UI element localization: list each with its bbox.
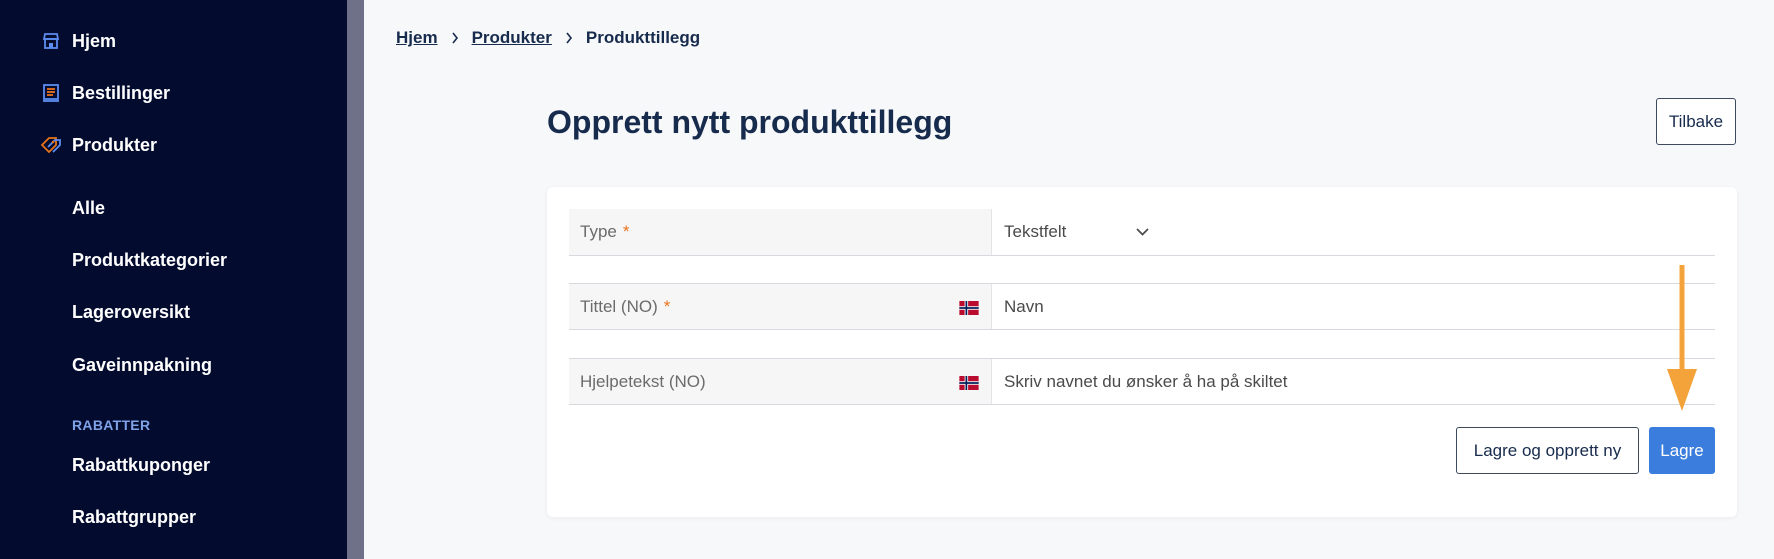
save-button[interactable]: Lagre (1649, 427, 1715, 474)
orders-icon (40, 82, 62, 104)
back-button[interactable]: Tilbake (1656, 98, 1736, 145)
sidebar-section-rabatter: RABATTER (72, 417, 151, 433)
sidebar-item-label: Bestillinger (72, 82, 171, 103)
save-and-new-button[interactable]: Lagre og opprett ny (1456, 427, 1639, 474)
sidebar-item-label: Hjem (72, 30, 117, 51)
breadcrumb: Hjem Produkter Produkttillegg (396, 28, 700, 48)
type-label: Type * (569, 209, 992, 255)
helptext-label: Hjelpetekst (NO) (569, 359, 992, 404)
title-label: Tittel (NO) * (569, 284, 992, 329)
form-row-helptext: Hjelpetekst (NO) Skriv navnet du ønsker … (569, 358, 1715, 405)
sidebar-subitem-produktkategorier[interactable]: Produktkategorier (72, 250, 227, 271)
sidebar-subitem-gaveinnpakning[interactable]: Gaveinnpakning (72, 355, 212, 376)
form-row-title: Tittel (NO) * Navn (569, 283, 1715, 330)
sidebar-item-bestillinger[interactable]: Bestillinger (40, 79, 170, 107)
tag-icon (40, 134, 62, 156)
breadcrumb-link-hjem[interactable]: Hjem (396, 28, 438, 48)
breadcrumb-current: Produkttillegg (585, 28, 701, 47)
helptext-label-text: Hjelpetekst (NO) (580, 371, 706, 391)
sidebar-item-label: Produkter (72, 134, 158, 155)
sidebar-subitem-rabattkuponger[interactable]: Rabattkuponger (72, 455, 210, 476)
breadcrumb-link-produkter[interactable]: Produkter (472, 28, 552, 48)
arrow-down-icon (1667, 265, 1697, 411)
chevron-right-icon (451, 32, 459, 44)
sidebar-divider (347, 0, 364, 559)
type-label-text: Type (580, 222, 617, 241)
sidebar-item-hjem[interactable]: Hjem (40, 27, 116, 55)
title-input[interactable]: Navn (1004, 284, 1044, 329)
title-label-text: Tittel (NO) (580, 296, 658, 316)
sidebar-item-produkter[interactable]: Produkter (40, 131, 157, 159)
sidebar-subitem-alle[interactable]: Alle (72, 198, 105, 219)
norway-flag-icon (959, 376, 979, 390)
page-title: Opprett nytt produkttillegg (547, 104, 953, 140)
type-select[interactable]: Tekstfelt (1004, 209, 1149, 255)
chevron-down-icon (1136, 228, 1149, 236)
store-icon (40, 30, 62, 52)
type-select-value: Tekstfelt (1004, 222, 1067, 241)
form-row-type: Type * Tekstfelt (569, 209, 1715, 256)
required-marker: * (622, 222, 630, 241)
required-marker: * (663, 296, 671, 316)
sidebar-subitem-lageroversikt[interactable]: Lageroversikt (72, 302, 190, 323)
sidebar-subitem-rabattgrupper[interactable]: Rabattgrupper (72, 507, 196, 528)
helptext-input[interactable]: Skriv navnet du ønsker å ha på skiltet (1004, 359, 1287, 404)
norway-flag-icon (959, 301, 979, 315)
chevron-right-icon (565, 32, 573, 44)
sidebar: Hjem Bestillinger Produkter Alle Produkt… (0, 0, 347, 559)
